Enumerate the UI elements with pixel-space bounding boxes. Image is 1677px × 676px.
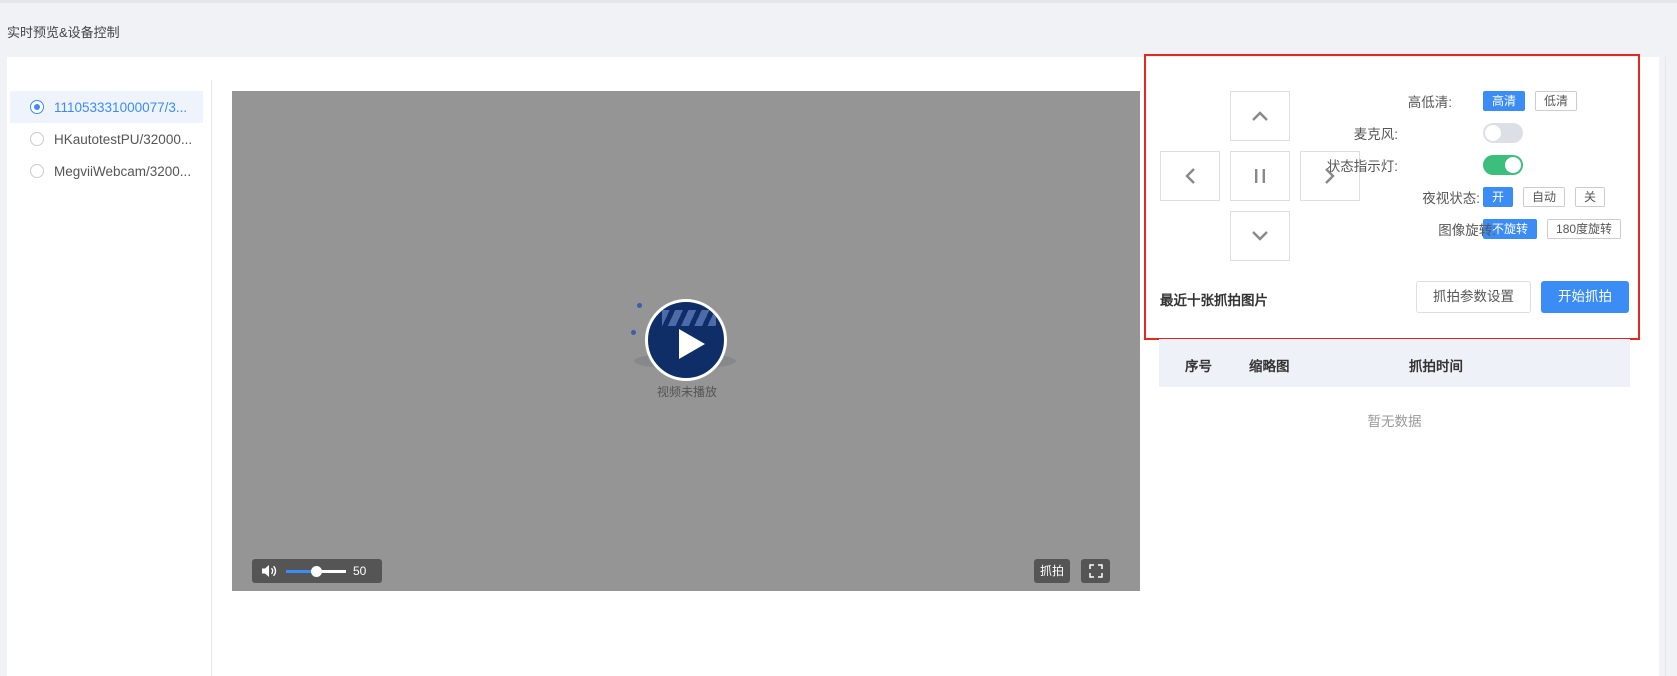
recent-snapshots-title: 最近十张抓拍图片: [1160, 293, 1268, 308]
start-snapshot-button[interactable]: 开始抓拍: [1541, 281, 1629, 313]
chevron-up-icon: [1252, 111, 1268, 121]
quality-low-button[interactable]: 低清: [1535, 91, 1578, 111]
microphone-toggle[interactable]: [1483, 123, 1523, 143]
ptz-left-button[interactable]: [1160, 151, 1220, 201]
video-placeholder: 视频未播放: [631, 291, 744, 401]
night-vision-auto-button[interactable]: 自动: [1523, 187, 1566, 207]
chevron-down-icon: [1252, 231, 1268, 241]
microphone-label: 麦克风:: [1353, 127, 1398, 142]
device-item[interactable]: MegviiWebcam/3200...: [10, 155, 203, 187]
speaker-icon[interactable]: [261, 564, 277, 578]
snapshot-settings-button[interactable]: 抓拍参数设置: [1416, 281, 1531, 313]
rotation-180-button[interactable]: 180度旋转: [1547, 219, 1622, 239]
video-status-text: 视频未播放: [656, 385, 717, 399]
microphone-row: 麦克风:: [1354, 122, 1523, 144]
snapshot-button[interactable]: 抓拍: [1033, 559, 1070, 583]
column-header-index: 序号: [1185, 359, 1212, 374]
radio-button[interactable]: [30, 164, 44, 178]
device-label: 111053331000077/3...: [54, 99, 188, 115]
indicator-row: 状态指示灯:: [1327, 154, 1523, 176]
indicator-toggle[interactable]: [1483, 155, 1523, 175]
column-header-thumbnail: 缩略图: [1249, 359, 1290, 374]
fullscreen-button[interactable]: [1081, 559, 1110, 583]
indicator-label: 状态指示灯:: [1326, 159, 1398, 174]
ptz-down-button[interactable]: [1230, 211, 1290, 261]
night-vision-row: 夜视状态: 开 自动 关: [1355, 186, 1606, 208]
volume-value: 50: [353, 564, 367, 578]
radio-button[interactable]: [30, 100, 44, 114]
empty-state-text: 暂无数据: [1367, 414, 1422, 429]
rotation-row: 图像旋转: 不旋转 180度旋转: [1355, 218, 1622, 240]
fullscreen-icon: [1088, 564, 1103, 578]
snapshot-table-header: 序号 缩略图 抓拍时间: [1159, 339, 1630, 387]
volume-handle[interactable]: [311, 565, 322, 577]
clapperboard-icon: [662, 310, 716, 326]
play-icon: [679, 329, 705, 359]
device-item[interactable]: HKautotestPU/32000...: [10, 123, 203, 155]
pause-icon: [1255, 169, 1265, 183]
list-divider: [211, 80, 212, 676]
quality-row: 高低清: 高清 低清: [1355, 90, 1578, 112]
top-divider: [0, 0, 1677, 3]
toggle-knob: [1505, 157, 1521, 173]
decor-dot: [631, 330, 636, 335]
device-list: 111053331000077/3... HKautotestPU/32000.…: [10, 91, 203, 187]
column-header-time: 抓拍时间: [1409, 359, 1463, 374]
video-player[interactable]: 视频未播放 50 抓拍: [232, 91, 1140, 591]
night-vision-off-button[interactable]: 关: [1575, 187, 1606, 207]
chevron-left-icon: [1185, 168, 1195, 184]
play-button[interactable]: [645, 299, 727, 381]
night-vision-on-button[interactable]: 开: [1483, 187, 1514, 207]
device-label: HKautotestPU/32000...: [54, 131, 193, 147]
quality-label: 高低清:: [1407, 95, 1453, 110]
volume-slider[interactable]: [286, 565, 346, 577]
volume-control: 50: [252, 559, 382, 583]
toggle-knob: [1485, 125, 1501, 141]
page-edge: [1665, 57, 1666, 676]
decor-dot: [637, 303, 642, 308]
device-label: MegviiWebcam/3200...: [54, 163, 192, 179]
page-title: 实时预览&设备控制: [7, 25, 120, 40]
night-vision-label: 夜视状态:: [1422, 191, 1481, 206]
radio-button[interactable]: [30, 132, 44, 146]
device-item[interactable]: 111053331000077/3...: [10, 91, 203, 123]
rotation-label: 图像旋转:: [1438, 223, 1497, 238]
quality-high-button[interactable]: 高清: [1483, 91, 1526, 111]
